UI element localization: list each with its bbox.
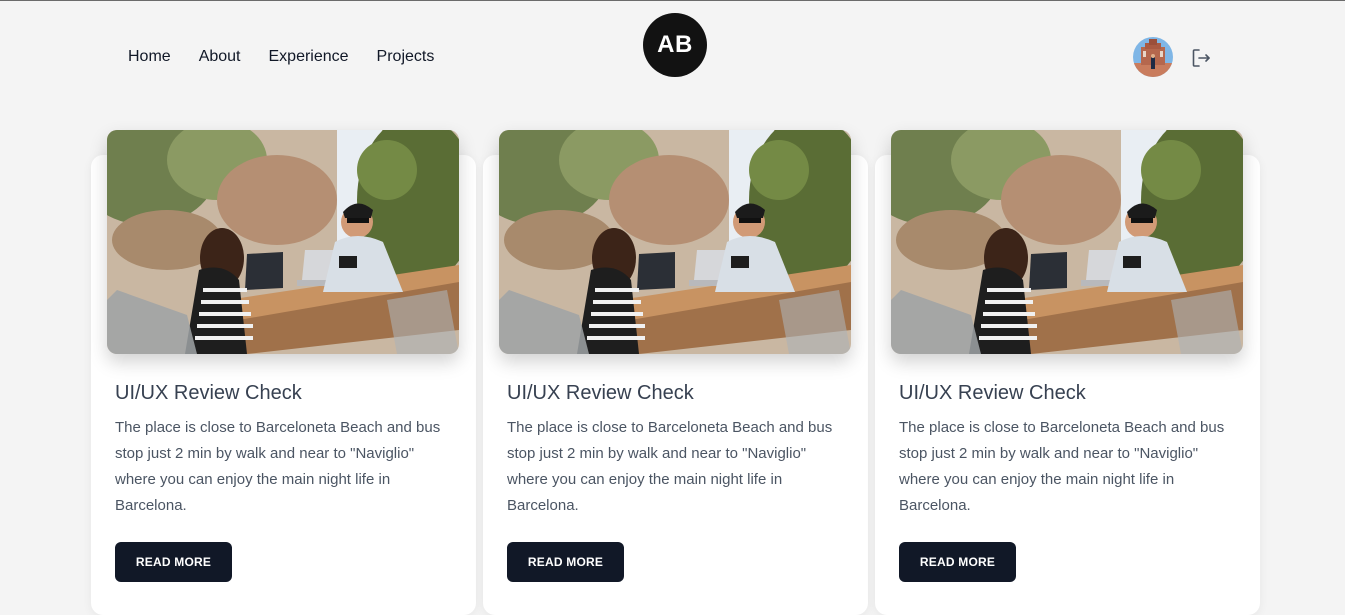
read-more-button[interactable]: READ MORE <box>507 542 624 582</box>
logo[interactable]: AB <box>643 13 707 77</box>
card-title: UI/UX Review Check <box>899 382 1086 404</box>
main-nav: Home About Experience Projects <box>128 47 434 67</box>
nav-experience[interactable]: Experience <box>269 47 349 67</box>
card-description: The place is close to Barceloneta Beach … <box>115 419 441 514</box>
card-title: UI/UX Review Check <box>115 382 302 404</box>
user-avatar[interactable] <box>1133 37 1173 77</box>
nav-home[interactable]: Home <box>128 47 171 67</box>
project-card: UI/UX Review Check The place is close to… <box>483 155 868 615</box>
read-more-button[interactable]: READ MORE <box>899 542 1016 582</box>
card-description: The place is close to Barceloneta Beach … <box>899 419 1225 514</box>
card-description: The place is close to Barceloneta Beach … <box>507 419 833 514</box>
logout-icon[interactable] <box>1190 47 1212 69</box>
project-card: UI/UX Review Check The place is close to… <box>875 155 1260 615</box>
project-card: UI/UX Review Check The place is close to… <box>91 155 476 615</box>
nav-projects[interactable]: Projects <box>377 47 435 67</box>
read-more-button[interactable]: READ MORE <box>115 542 232 582</box>
card-title: UI/UX Review Check <box>507 382 694 404</box>
nav-about[interactable]: About <box>199 47 241 67</box>
card-image <box>107 130 459 354</box>
top-divider <box>0 0 1345 1</box>
card-image <box>499 130 851 354</box>
card-image <box>891 130 1243 354</box>
